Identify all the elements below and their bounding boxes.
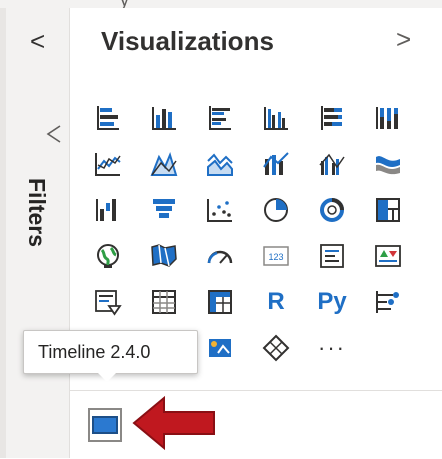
smart-narrative-icon[interactable] <box>204 332 236 364</box>
stacked-area-chart-icon[interactable] <box>204 148 236 180</box>
area-chart-icon[interactable] <box>148 148 180 180</box>
expand-visualizations-button[interactable]: > <box>396 24 411 55</box>
filter-icon <box>46 124 62 149</box>
gauge-icon[interactable] <box>204 240 236 272</box>
tooltip: Timeline 2.4.0 <box>23 330 198 374</box>
card-icon[interactable]: 123 <box>260 240 292 272</box>
map-icon[interactable] <box>92 240 124 272</box>
visualizations-pane: Visualizations > 123 R Py ··· <box>70 8 442 458</box>
clustered-bar-chart-icon[interactable] <box>204 102 236 134</box>
filters-label[interactable]: Filters <box>24 178 50 247</box>
pane-edge <box>0 8 6 458</box>
section-divider <box>70 390 442 391</box>
scatter-chart-icon[interactable] <box>204 194 236 226</box>
svg-text:123: 123 <box>268 252 283 262</box>
multi-row-card-icon[interactable] <box>316 240 348 272</box>
tooltip-tail <box>98 373 116 382</box>
pie-chart-icon[interactable] <box>260 194 292 226</box>
matrix-icon[interactable] <box>204 286 236 318</box>
slicer-icon[interactable] <box>92 286 124 318</box>
power-apps-icon[interactable] <box>260 332 292 364</box>
filled-map-icon[interactable] <box>148 240 180 272</box>
table-icon[interactable] <box>148 286 180 318</box>
top-strip: y <box>0 0 442 10</box>
waterfall-chart-icon[interactable] <box>92 194 124 226</box>
r-visual-icon[interactable]: R <box>260 286 292 318</box>
red-pointer-arrow <box>130 392 220 459</box>
100-stacked-column-chart-icon[interactable] <box>372 102 404 134</box>
r-visual-label: R <box>267 288 285 315</box>
stacked-bar-chart-icon[interactable] <box>92 102 124 134</box>
clustered-column-chart-icon[interactable] <box>260 102 292 134</box>
timeline-visual-glyph <box>92 416 118 434</box>
donut-chart-icon[interactable] <box>316 194 348 226</box>
100-stacked-bar-chart-icon[interactable] <box>316 102 348 134</box>
more-options-icon[interactable]: ··· <box>316 332 348 364</box>
python-visual-icon[interactable]: Py <box>316 286 348 318</box>
tooltip-text: Timeline 2.4.0 <box>38 341 151 362</box>
python-visual-label: Py <box>317 288 347 315</box>
kpi-icon[interactable] <box>372 240 404 272</box>
funnel-icon[interactable] <box>148 194 180 226</box>
key-influencers-icon[interactable] <box>372 286 404 318</box>
visualizations-title: Visualizations <box>101 26 274 56</box>
collapse-filters-button[interactable]: < <box>30 26 45 57</box>
line-and-stacked-column-chart-icon[interactable] <box>260 148 292 180</box>
line-and-clustered-column-chart-icon[interactable] <box>316 148 348 180</box>
timeline-visual-icon[interactable] <box>88 408 122 442</box>
treemap-icon[interactable] <box>372 194 404 226</box>
line-chart-icon[interactable] <box>92 148 124 180</box>
stacked-column-chart-icon[interactable] <box>148 102 180 134</box>
filters-pane[interactable]: < Filters <box>0 8 70 458</box>
ribbon-chart-icon[interactable] <box>372 148 404 180</box>
more-options-label: ··· <box>318 335 346 360</box>
